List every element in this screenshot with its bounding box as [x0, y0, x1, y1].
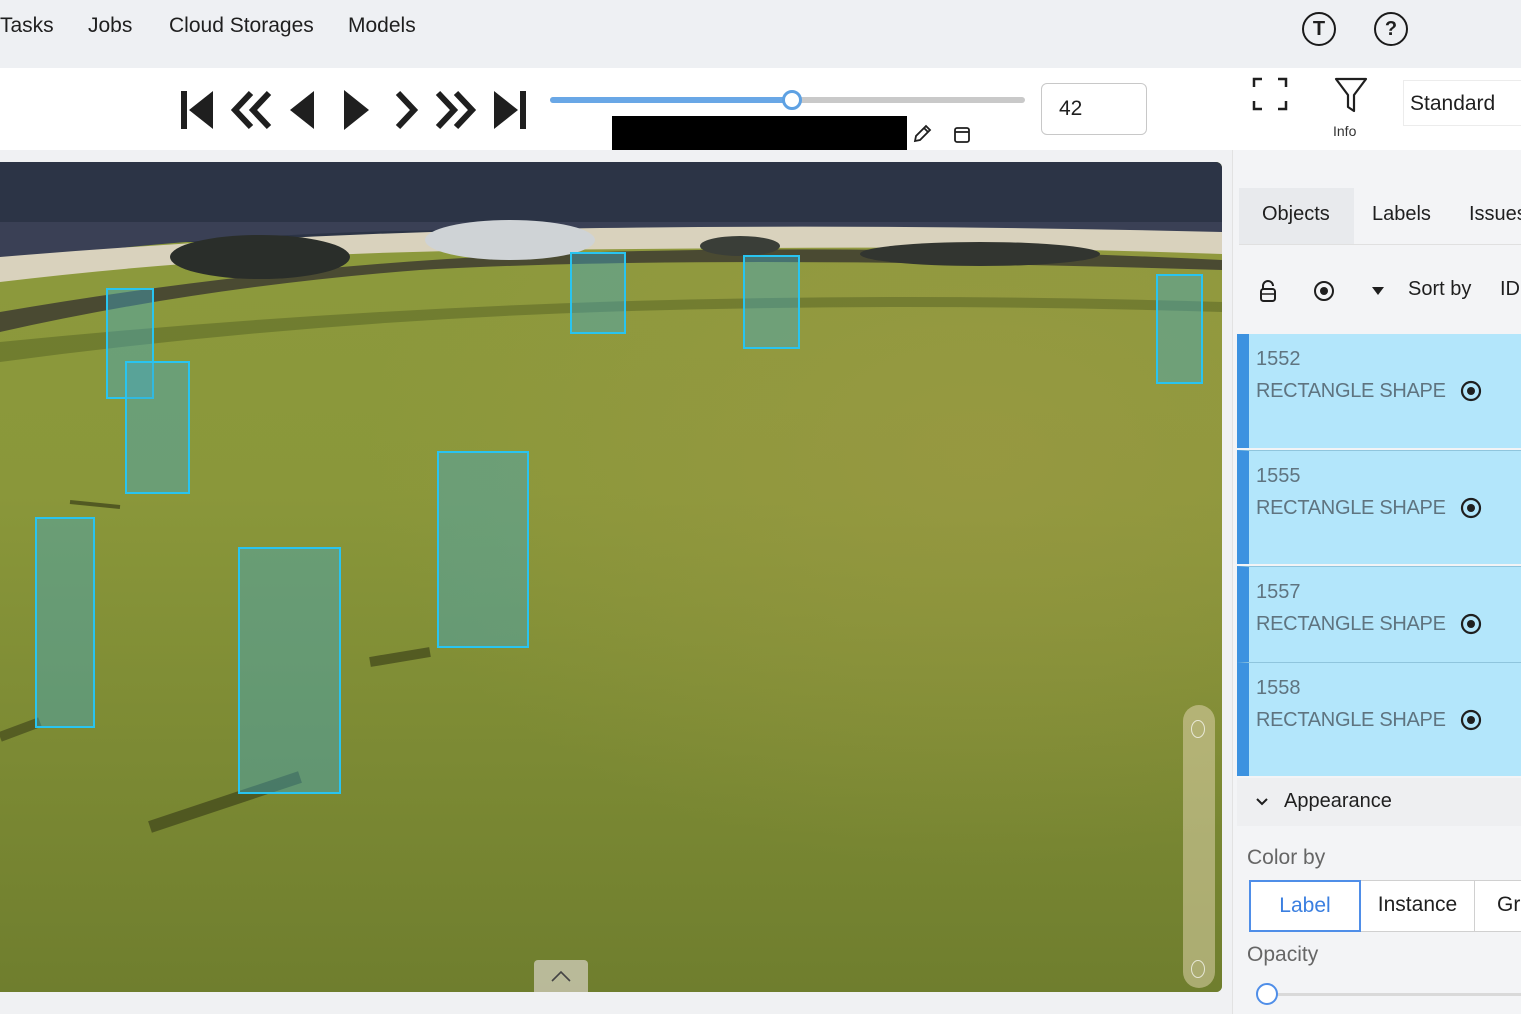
sort-by-label: Sort by	[1408, 278, 1472, 300]
color-by-instance-option[interactable]: Instance	[1360, 880, 1475, 932]
play-button[interactable]	[341, 88, 371, 132]
skip-first-icon	[181, 91, 213, 129]
tab-labels[interactable]: Labels	[1372, 188, 1452, 244]
object-id: 1555	[1256, 465, 1301, 487]
eye-icon[interactable]	[1459, 613, 1483, 635]
object-type: RECTANGLE SHAPE	[1256, 380, 1446, 402]
bbox-person[interactable]	[238, 547, 341, 794]
object-item-1558[interactable]: 1558 RECTANGLE SHAPE	[1237, 662, 1521, 776]
object-type: RECTANGLE SHAPE	[1256, 709, 1446, 731]
zoom-bottom-handle[interactable]	[1191, 960, 1205, 978]
frame-slider-handle[interactable]	[782, 90, 803, 110]
help-question-icon[interactable]: ?	[1374, 12, 1408, 46]
chevron-right-icon	[395, 90, 418, 130]
object-id: 1552	[1256, 348, 1301, 370]
object-type: RECTANGLE SHAPE	[1256, 497, 1446, 519]
eye-icon[interactable]	[1459, 709, 1483, 731]
color-by-label: Color by	[1247, 846, 1326, 869]
play-icon	[344, 90, 369, 130]
sidebar-tabs: Objects Labels Issues	[1239, 188, 1521, 244]
skip-last-icon	[494, 91, 526, 129]
caret-down-icon[interactable]	[1371, 286, 1385, 296]
opacity-slider[interactable]	[1263, 993, 1521, 996]
nav-models[interactable]: Models	[348, 14, 416, 38]
t-glyph: T	[1312, 17, 1326, 40]
appearance-title: Appearance	[1284, 790, 1392, 812]
bbox-person[interactable]	[1156, 274, 1203, 384]
copy-icon[interactable]	[952, 124, 972, 144]
bbox-person[interactable]	[437, 451, 529, 648]
fullscreen-icon[interactable]	[1252, 77, 1288, 111]
annotation-app: Tasks Jobs Cloud Storages Models T ? 42 …	[0, 0, 1521, 1014]
double-chevron-left-icon	[230, 90, 272, 130]
appearance-collapse-header[interactable]: Appearance	[1237, 778, 1521, 826]
workspace-select[interactable]: Standard	[1403, 80, 1521, 126]
info-label[interactable]: Info	[1333, 123, 1356, 139]
nav-jobs[interactable]: Jobs	[88, 14, 132, 38]
nav-tasks[interactable]: Tasks	[0, 14, 54, 38]
bbox-person[interactable]	[743, 255, 800, 349]
nav-cloud-storages[interactable]: Cloud Storages	[169, 14, 314, 38]
canvas-bottom-bar	[0, 992, 1230, 1014]
eye-icon[interactable]	[1459, 380, 1483, 402]
annotation-canvas[interactable]	[0, 162, 1222, 992]
eye-icon[interactable]	[1459, 497, 1483, 519]
zoom-top-handle[interactable]	[1191, 720, 1205, 738]
frame-slider[interactable]	[550, 90, 1025, 110]
sort-by-select[interactable]: ID	[1500, 278, 1520, 301]
frame-number-input[interactable]: 42	[1041, 83, 1147, 135]
previous-frame-button[interactable]	[287, 88, 317, 132]
color-by-label-option[interactable]: Label	[1249, 880, 1361, 932]
help-glyph: ?	[1384, 17, 1398, 40]
lock-icon[interactable]	[1258, 279, 1278, 303]
tab-divider	[1239, 244, 1521, 245]
filter-funnel-icon[interactable]	[1334, 76, 1368, 114]
objects-sidebar: Objects Labels Issues Sort by ID 1552 RE…	[1232, 150, 1521, 1014]
bbox-person[interactable]	[125, 361, 190, 494]
tab-issues[interactable]: Issues	[1469, 188, 1521, 244]
last-frame-button[interactable]	[492, 88, 528, 132]
object-id: 1557	[1256, 581, 1301, 603]
object-type: RECTANGLE SHAPE	[1256, 613, 1446, 635]
tab-objects[interactable]: Objects	[1239, 188, 1354, 244]
zoom-slider[interactable]	[1183, 705, 1215, 988]
top-navigation: Tasks Jobs Cloud Storages Models T ?	[0, 0, 1521, 68]
translate-t-icon[interactable]: T	[1302, 12, 1336, 46]
bbox-person[interactable]	[35, 517, 95, 728]
forward-fast-button[interactable]	[434, 88, 478, 132]
edit-pencil-icon[interactable]	[911, 123, 933, 145]
objects-list-header: Sort by ID	[1233, 268, 1521, 312]
triangle-left-icon	[290, 91, 314, 129]
frame-filename-redacted	[612, 116, 907, 150]
opacity-label: Opacity	[1247, 943, 1319, 966]
frame-slider-fill	[550, 97, 793, 103]
expand-panel-button[interactable]	[534, 960, 588, 992]
next-frame-button[interactable]	[393, 88, 419, 132]
double-chevron-right-icon	[435, 90, 477, 130]
color-by-group-option[interactable]: Group	[1474, 880, 1521, 932]
opacity-slider-handle[interactable]	[1256, 983, 1278, 1005]
object-item-1555[interactable]: 1555 RECTANGLE SHAPE	[1237, 450, 1521, 564]
first-frame-button[interactable]	[178, 88, 216, 132]
chevron-down-icon	[1256, 798, 1268, 806]
chevron-up-icon	[551, 970, 571, 982]
eye-icon[interactable]	[1312, 281, 1336, 301]
object-id: 1558	[1256, 677, 1301, 699]
player-toolbar: 42 Info Standard	[0, 68, 1521, 150]
back-fast-button[interactable]	[229, 88, 273, 132]
bbox-person[interactable]	[570, 252, 626, 334]
object-item-1552[interactable]: 1552 RECTANGLE SHAPE	[1237, 334, 1521, 448]
